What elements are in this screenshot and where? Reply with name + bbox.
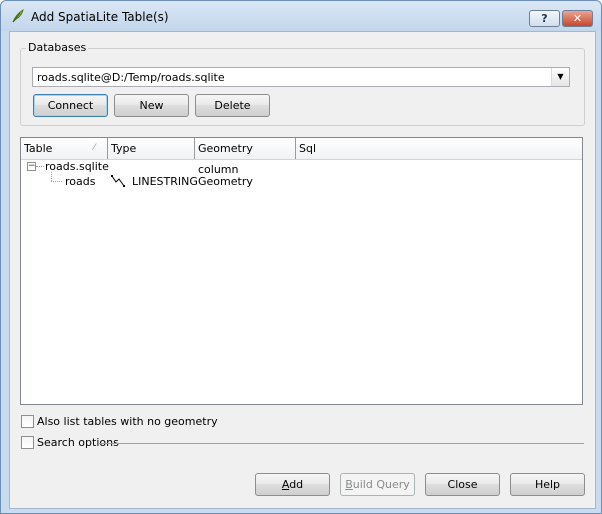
column-header-table[interactable]: Table ⁄ [21, 138, 108, 159]
search-options-checkbox[interactable] [21, 436, 34, 449]
dialog-body: Databases roads.sqlite@D:/Temp/roads.sql… [9, 31, 596, 509]
spatialite-feather-icon [10, 8, 26, 24]
tree-connector [36, 166, 44, 167]
dialog-window: Add SpatiaLite Table(s) ? ✕ Databases ro… [0, 0, 602, 514]
databases-group-title: Databases [26, 41, 89, 54]
title-help-button[interactable]: ? [529, 10, 560, 27]
column-header-geometry-label: Geometry column [198, 142, 253, 176]
column-header-table-label: Table [24, 142, 53, 155]
chevron-down-icon[interactable]: ▼ [551, 68, 569, 86]
column-header-type[interactable]: Type [108, 138, 195, 159]
database-connection-select[interactable]: roads.sqlite@D:/Temp/roads.sqlite ▼ [32, 67, 570, 87]
column-header-sql[interactable]: Sql [296, 138, 582, 159]
search-options-divider [98, 443, 584, 444]
new-connection-button[interactable]: New [114, 94, 189, 117]
collapse-toggle-icon[interactable]: − [27, 162, 36, 171]
geometry-type-cell: LINESTRING [132, 175, 198, 188]
build-query-label-suffix: uild Query [352, 478, 410, 491]
database-node-label[interactable]: roads.sqlite [45, 160, 109, 173]
add-button[interactable]: Add [255, 473, 330, 496]
column-header-type-label: Type [111, 142, 137, 155]
build-query-button[interactable]: Build Query [340, 473, 415, 496]
tree-connector [51, 181, 62, 182]
add-label-suffix: dd [289, 478, 304, 491]
tables-tree[interactable]: Table ⁄ Type Geometry column Sql − roads… [20, 137, 583, 405]
tree-header: Table ⁄ Type Geometry column Sql [21, 138, 582, 176]
title-bar[interactable]: Add SpatiaLite Table(s) ? ✕ [1, 1, 601, 31]
sort-indicator-icon: ⁄ [93, 143, 95, 153]
title-close-button[interactable]: ✕ [562, 10, 593, 27]
geometry-column-cell: Geometry [198, 175, 253, 188]
delete-connection-button[interactable]: Delete [195, 94, 270, 117]
build-query-label-mnemonic: B [345, 478, 353, 491]
column-header-geometry-column[interactable]: Geometry column [195, 138, 296, 176]
column-header-sql-label: Sql [299, 142, 317, 155]
table-name-cell: roads [65, 175, 96, 188]
no-geometry-checkbox[interactable] [21, 415, 34, 428]
window-title: Add SpatiaLite Table(s) [31, 10, 169, 24]
tree-connector [51, 172, 52, 181]
database-connection-value: roads.sqlite@D:/Temp/roads.sqlite [37, 71, 225, 84]
help-button[interactable]: Help [510, 473, 585, 496]
no-geometry-label[interactable]: Also list tables with no geometry [37, 415, 218, 428]
linestring-icon [110, 173, 126, 192]
connect-button[interactable]: Connect [33, 94, 108, 117]
close-button[interactable]: Close [425, 473, 500, 496]
